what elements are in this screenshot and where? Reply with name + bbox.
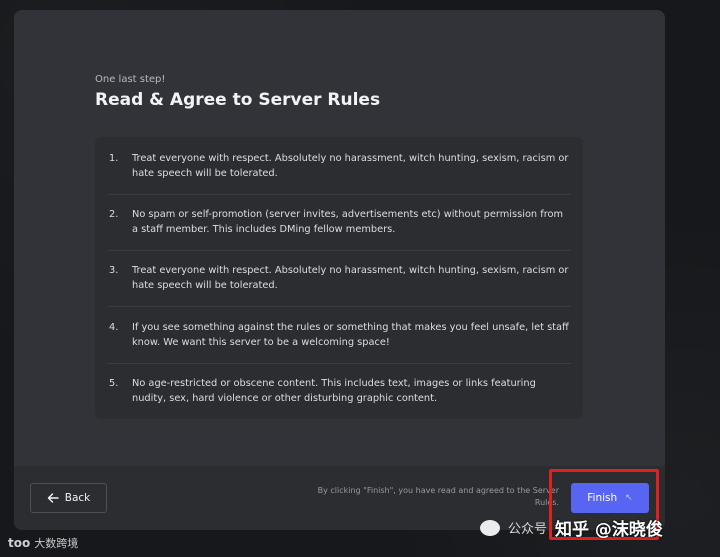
rule-item: 1. Treat everyone with respect. Absolute… xyxy=(107,151,571,181)
rule-item: 2. No spam or self-promotion (server inv… xyxy=(107,207,571,237)
agreement-notice: By clicking "Finish", you have read and … xyxy=(317,486,559,507)
rule-text: If you see something against the rules o… xyxy=(132,322,569,348)
wechat-icon xyxy=(480,519,500,536)
watermark-logo: too xyxy=(8,536,31,550)
rule-number: 4. xyxy=(109,322,119,333)
step-eyebrow: One last step! xyxy=(95,74,166,85)
rule-item: 4. If you see something against the rule… xyxy=(107,320,571,350)
modal-title: Read & Agree to Server Rules xyxy=(95,90,381,110)
rule-text: No spam or self-promotion (server invite… xyxy=(132,209,564,235)
onboarding-modal: One last step! Read & Agree to Server Ru… xyxy=(14,10,665,530)
watermark-brand: 大数跨境 xyxy=(34,537,79,550)
watermark-right: 公众号 知乎 @沫晓俊 xyxy=(480,515,663,540)
back-button-label: Back xyxy=(64,492,91,504)
watermark-public-account: 公众号 xyxy=(508,522,548,537)
arrow-left-icon xyxy=(47,493,59,503)
watermark-left: too 大数跨境 xyxy=(8,535,78,551)
rule-number: 1. xyxy=(109,153,119,164)
rule-text: Treat everyone with respect. Absolutely … xyxy=(132,153,569,179)
rule-text: No age-restricted or obscene content. Th… xyxy=(132,378,536,404)
rule-number: 3. xyxy=(109,265,119,276)
rule-divider xyxy=(107,306,571,307)
back-button[interactable]: Back xyxy=(30,483,107,513)
watermark-zhihu: 知乎 @沫晓俊 xyxy=(555,520,663,540)
rule-divider xyxy=(107,250,571,251)
rule-item: 5. No age-restricted or obscene content.… xyxy=(107,376,571,406)
rule-text: Treat everyone with respect. Absolutely … xyxy=(132,265,569,291)
modal-content: One last step! Read & Agree to Server Ru… xyxy=(14,10,665,466)
rule-number: 2. xyxy=(109,209,119,220)
rule-number: 5. xyxy=(109,378,119,389)
rule-divider xyxy=(107,194,571,195)
rules-list: 1. Treat everyone with respect. Absolute… xyxy=(95,137,583,419)
rule-item: 3. Treat everyone with respect. Absolute… xyxy=(107,263,571,293)
rule-divider xyxy=(107,363,571,364)
